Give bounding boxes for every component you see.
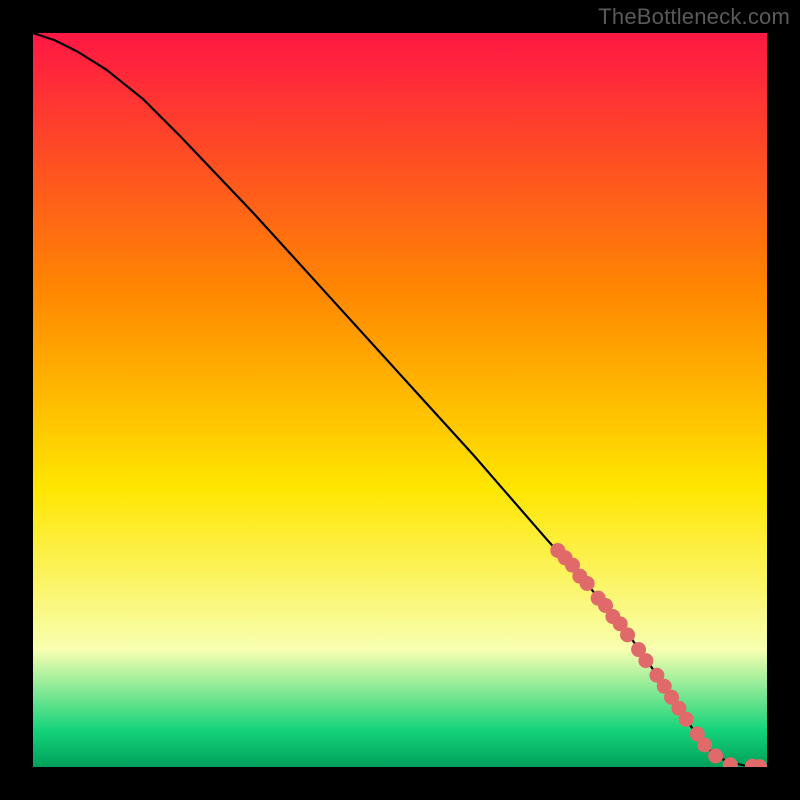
marker-point: [697, 737, 712, 752]
marker-point: [679, 712, 694, 727]
marker-point: [708, 748, 723, 763]
marker-point: [638, 653, 653, 668]
chart-frame: TheBottleneck.com: [0, 0, 800, 800]
marker-point: [580, 576, 595, 591]
gradient-background: [33, 33, 767, 767]
attribution-text: TheBottleneck.com: [598, 4, 790, 30]
bottleneck-chart: [33, 33, 767, 767]
plot-area: [33, 33, 767, 767]
marker-point: [620, 627, 635, 642]
